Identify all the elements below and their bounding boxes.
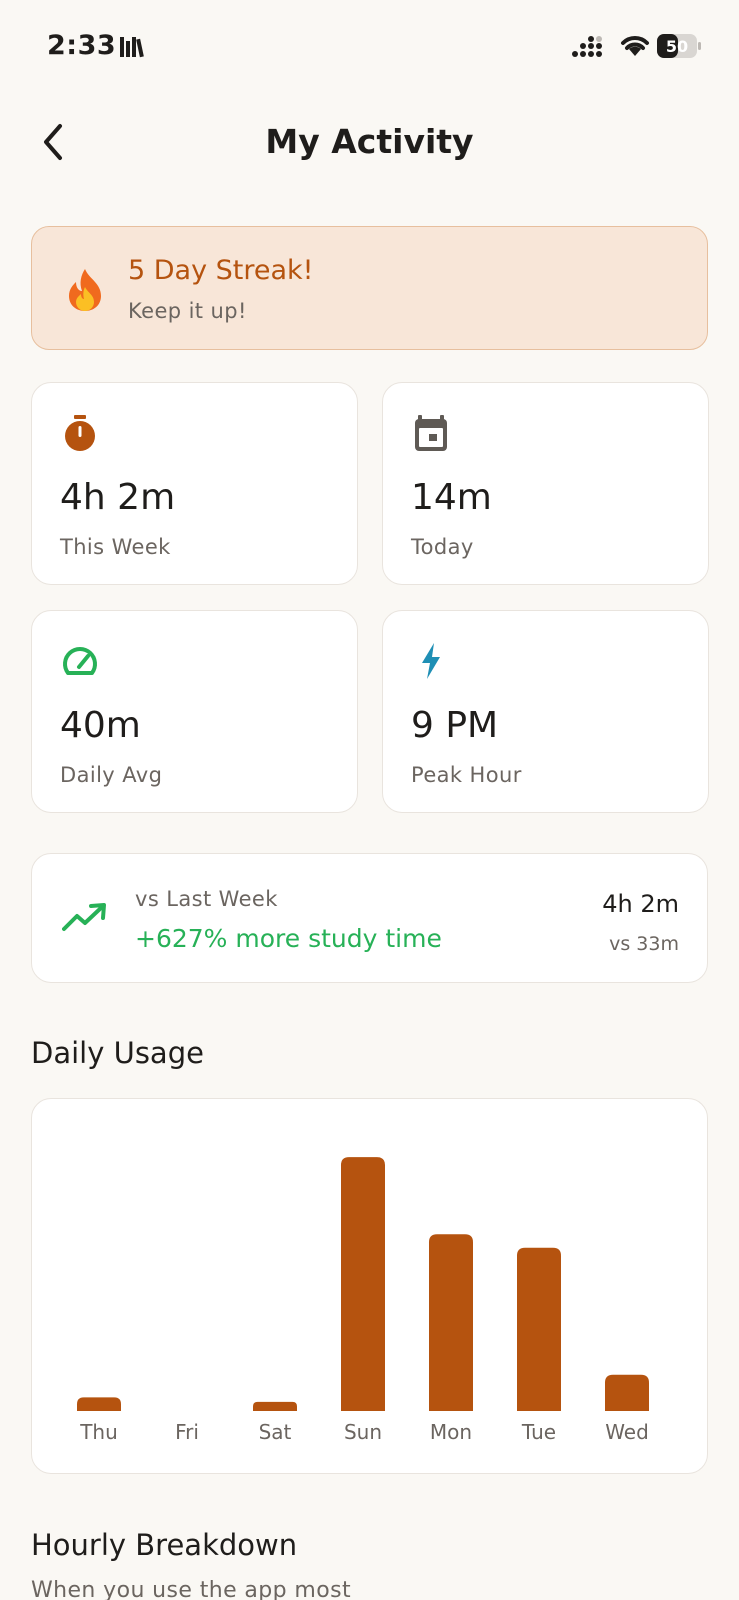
bar-mon (429, 1234, 473, 1411)
stat-value: 9 PM (411, 705, 499, 746)
bar-sun (341, 1157, 385, 1411)
wifi-icon (621, 36, 649, 56)
status-bar: 2:33 50 (0, 0, 739, 90)
calendar-icon (415, 415, 447, 451)
stat-label: Today (411, 535, 474, 559)
hourly-breakdown-title: Hourly Breakdown (31, 1528, 298, 1562)
comparison-change: +627% more study time (135, 924, 442, 953)
comparison-current: 4h 2m (602, 890, 679, 918)
stat-label: This Week (60, 535, 171, 559)
stopwatch-icon (65, 415, 95, 451)
daily-usage-chart: Thu Fri Sat Sun Mon Tue Wed (31, 1098, 708, 1474)
daily-usage-title: Daily Usage (31, 1036, 204, 1070)
bar-wed (605, 1374, 649, 1411)
stat-label: Daily Avg (60, 763, 163, 787)
bar-sat (253, 1401, 297, 1411)
streak-subtitle: Keep it up! (128, 299, 247, 323)
trending-up-icon (62, 903, 106, 931)
stat-value: 14m (411, 477, 492, 518)
x-tick-label: Mon (430, 1420, 472, 1444)
stat-card-today: 14m Today (382, 382, 709, 585)
stat-value: 4h 2m (60, 477, 176, 518)
speedometer-icon (63, 647, 97, 675)
x-tick-label: Fri (175, 1420, 199, 1444)
cellular-signal-icon (572, 36, 602, 57)
stat-card-daily-avg: 40m Daily Avg (31, 610, 358, 813)
battery-icon: 50 (657, 34, 701, 58)
stat-card-peak-hour: 9 PM Peak Hour (382, 610, 709, 813)
activity-screen: 2:33 50 My Activity 5 Day Streak! Keep i… (0, 0, 739, 1600)
x-tick-label: Sat (259, 1420, 292, 1444)
x-tick-label: Thu (79, 1420, 118, 1444)
comparison-caption: vs Last Week (135, 887, 278, 911)
fire-icon (69, 269, 101, 311)
page-title: My Activity (265, 122, 474, 161)
library-icon (120, 37, 144, 58)
bar-thu (77, 1397, 121, 1411)
streak-title: 5 Day Streak! (128, 255, 314, 286)
stat-label: Peak Hour (411, 763, 522, 787)
hourly-breakdown-subtitle: When you use the app most (31, 1578, 351, 1600)
stat-value: 40m (60, 705, 141, 746)
x-tick-label: Sun (344, 1420, 382, 1444)
lightning-icon (422, 643, 440, 679)
week-comparison-card: vs Last Week +627% more study time 4h 2m… (31, 853, 708, 983)
streak-banner: 5 Day Streak! Keep it up! (31, 226, 708, 350)
comparison-previous: vs 33m (609, 933, 679, 955)
bar-tue (517, 1247, 561, 1411)
battery-level: 50 (666, 37, 688, 56)
x-tick-label: Tue (521, 1420, 556, 1444)
x-tick-label: Wed (605, 1420, 649, 1444)
status-time: 2:33 (47, 30, 117, 61)
bar-chart: Thu Fri Sat Sun Mon Tue Wed (77, 1157, 649, 1444)
stat-card-this-week: 4h 2m This Week (31, 382, 358, 585)
